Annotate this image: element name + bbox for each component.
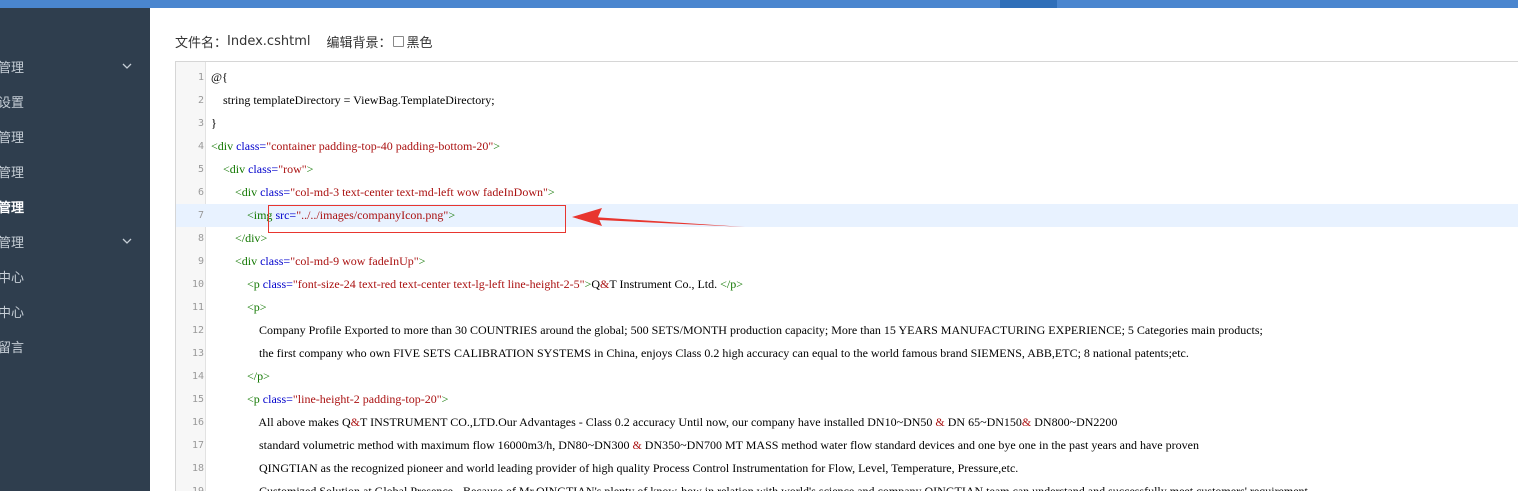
line-number: 1	[197, 72, 204, 83]
code-line[interactable]: 10 <p class="font-size-24 text-red text-…	[176, 273, 1518, 296]
code-text: <div class="col-md-9 wow fadeInUp">	[235, 254, 426, 268]
line-number: 12	[191, 325, 204, 336]
main-content: 文件名： Index.cshtml 编辑背景： 黑色 1 @{ 2 string t…	[150, 8, 1518, 491]
line-number: 6	[197, 187, 204, 198]
line-number: 18	[191, 463, 204, 474]
line-number: 9	[197, 256, 204, 267]
line-number: 17	[191, 440, 204, 451]
top-nav-active-tab[interactable]	[1000, 0, 1057, 8]
filename: Index.cshtml	[227, 34, 311, 49]
code-text: All above makes Q&T INSTRUMENT CO.,LTD.O…	[211, 415, 1118, 429]
edit-background-label: 编辑背景：	[326, 36, 392, 51]
dark-background-checkbox[interactable]	[393, 36, 405, 47]
code-text: Customized Solution at Global Presence -…	[211, 484, 1308, 491]
code-editor[interactable]: 1 @{ 2 string templateDirectory = ViewBag.…	[175, 61, 1518, 491]
code-text: Company Profile Exported to more than 30…	[211, 323, 1263, 337]
code-text: <p class="font-size-24 text-red text-cen…	[247, 277, 744, 291]
line-number: 13	[191, 348, 204, 359]
sidebar-item[interactable]: 管理	[0, 224, 150, 259]
code-text: <p>	[247, 300, 267, 314]
filename-label: 文件名：	[175, 36, 228, 51]
line-number: 10	[191, 279, 204, 290]
line-number: 14	[191, 371, 204, 382]
sidebar-item-label: 管理	[0, 201, 25, 216]
code-text: QINGTIAN as the recognized pioneer and w…	[211, 461, 1019, 475]
code-text: }	[211, 116, 217, 130]
code-text: string templateDirectory = ViewBag.Templ…	[211, 93, 495, 107]
dark-background-label[interactable]: 黑色	[406, 32, 432, 51]
sidebar-item[interactable]: 中心	[0, 294, 150, 329]
code-line[interactable]: 18 QINGTIAN as the recognized pioneer an…	[176, 457, 1518, 480]
top-nav-bar	[0, 0, 1518, 8]
sidebar-item-label: 管理	[0, 131, 25, 146]
line-number: 2	[197, 95, 204, 106]
code-text: standard volumetric method with maximum …	[211, 438, 1199, 452]
line-number: 3	[197, 118, 204, 129]
line-number: 7	[197, 210, 204, 221]
code-line[interactable]: 4 <div class="container padding-top-40 pa…	[176, 135, 1518, 158]
code-text: <div class="row">	[223, 162, 314, 176]
code-line[interactable]: 9 <div class="col-md-9 wow fadeInUp">	[176, 250, 1518, 273]
sidebar-item[interactable]: 留言	[0, 329, 150, 364]
sidebar-item-label: 管理	[0, 61, 25, 76]
sidebar-item[interactable]: 管理	[0, 49, 150, 84]
code-text: </p>	[247, 369, 270, 383]
code-text: <p class="line-height-2 padding-top-20">	[247, 392, 449, 406]
code-text: <div class="col-md-3 text-center text-md…	[235, 185, 555, 199]
code-line[interactable]: 14 </p>	[176, 365, 1518, 388]
sidebar-item-label: 设置	[0, 96, 25, 111]
code-line[interactable]: 5 <div class="row">	[176, 158, 1518, 181]
chevron-down-icon[interactable]	[122, 236, 132, 246]
chevron-down-icon[interactable]	[122, 61, 132, 71]
code-text: @{	[211, 70, 228, 84]
code-line[interactable]: 6 <div class="col-md-3 text-center text-…	[176, 181, 1518, 204]
sidebar: 管理 设置 管理 管理 管理 管理 中心 中心 留言	[0, 8, 150, 491]
annotation-arrow-icon	[572, 208, 745, 227]
code-line[interactable]: 12 Company Profile Exported to more than…	[176, 319, 1518, 342]
sidebar-item-label: 中心	[0, 271, 25, 286]
code-text: <div class="container padding-top-40 pad…	[211, 139, 501, 153]
line-number: 8	[197, 233, 204, 244]
code-line[interactable]: 15 <p class="line-height-2 padding-top-2…	[176, 388, 1518, 411]
sidebar-item[interactable]: 中心	[0, 259, 150, 294]
sidebar-item[interactable]: 管理	[0, 154, 150, 189]
code-line[interactable]: 11 <p>	[176, 296, 1518, 319]
line-number: 15	[191, 394, 204, 405]
line-number: 5	[197, 164, 204, 175]
annotation-highlight-box	[268, 205, 566, 233]
line-number: 4	[197, 141, 204, 152]
file-info-bar: 文件名： Index.cshtml 编辑背景： 黑色	[175, 32, 433, 51]
code-line[interactable]: 3}	[176, 112, 1518, 135]
line-number: 16	[191, 417, 204, 428]
code-text: </div>	[235, 231, 268, 245]
code-line[interactable]: 19 Customized Solution at Global Presenc…	[176, 480, 1518, 491]
sidebar-item[interactable]: 设置	[0, 84, 150, 119]
code-line[interactable]: 16 All above makes Q&T INSTRUMENT CO.,LT…	[176, 411, 1518, 434]
code-text: the first company who own FIVE SETS CALI…	[211, 346, 1189, 360]
code-line[interactable]: 13 the first company who own FIVE SETS C…	[176, 342, 1518, 365]
sidebar-item-label: 管理	[0, 166, 25, 181]
code-line[interactable]: 17 standard volumetric method with maxim…	[176, 434, 1518, 457]
sidebar-item[interactable]: 管理	[0, 119, 150, 154]
code-line[interactable]: 1 @{	[176, 66, 1518, 89]
sidebar-item[interactable]: 管理	[0, 189, 150, 224]
sidebar-item-label: 中心	[0, 306, 25, 321]
line-number: 11	[191, 302, 204, 313]
sidebar-item-label: 管理	[0, 236, 25, 251]
sidebar-item-label: 留言	[0, 341, 25, 356]
line-number: 19	[176, 480, 204, 491]
code-line[interactable]: 2 string templateDirectory = ViewBag.Tem…	[176, 89, 1518, 112]
